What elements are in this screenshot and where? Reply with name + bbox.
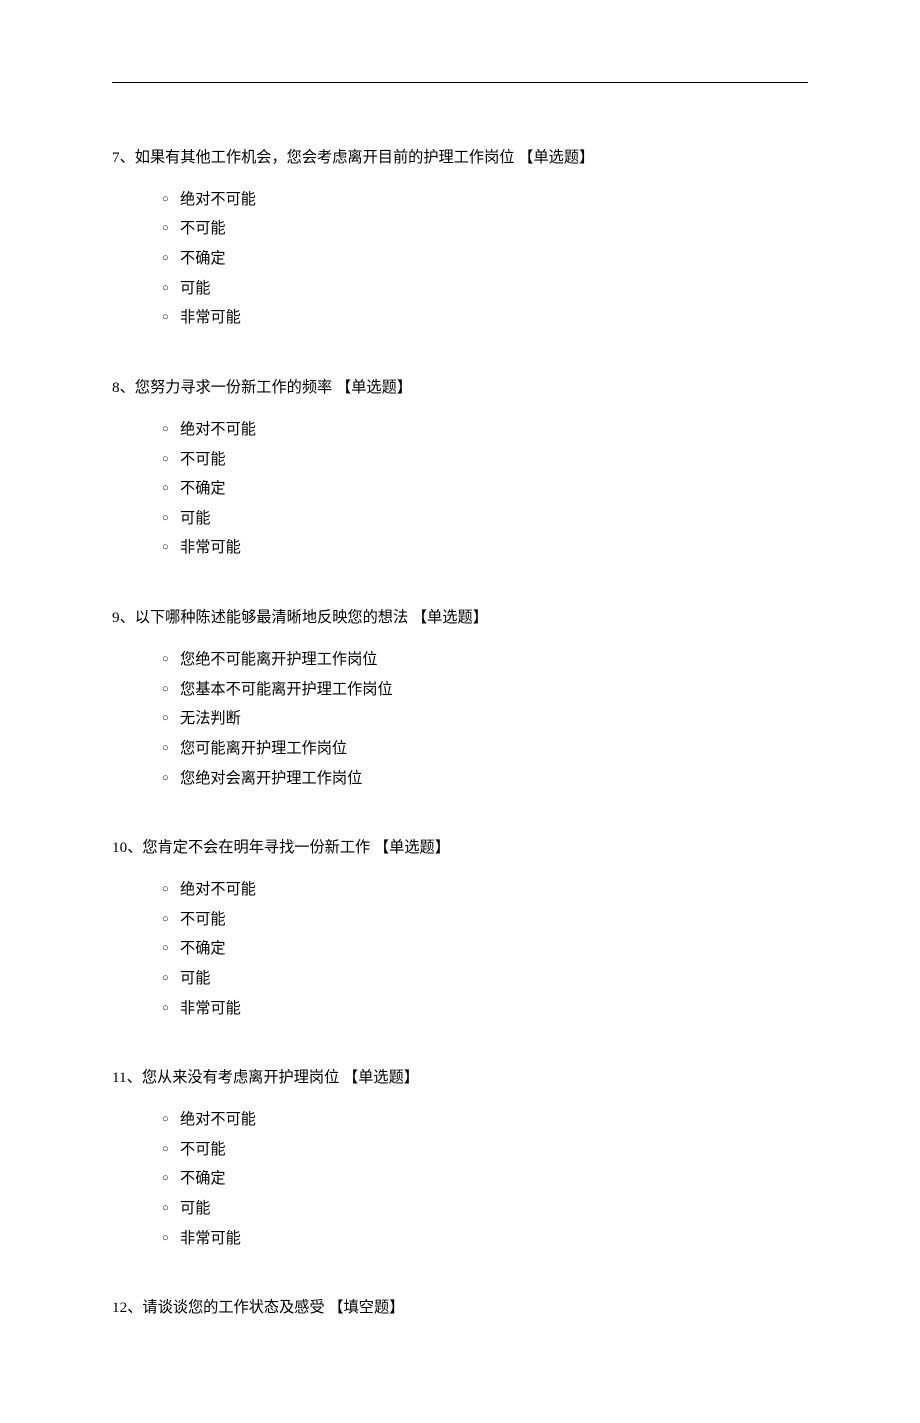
option-item[interactable]: 可能 bbox=[162, 964, 808, 994]
question-11: 11、您从来没有考虑离开护理岗位 【单选题】绝对不可能不可能不确定可能非常可能 bbox=[112, 1065, 808, 1253]
question-title: 11、您从来没有考虑离开护理岗位 【单选题】 bbox=[112, 1065, 808, 1091]
options-list: 绝对不可能不可能不确定可能非常可能 bbox=[112, 1105, 808, 1253]
question-text: 您肯定不会在明年寻找一份新工作 bbox=[142, 839, 370, 856]
option-item[interactable]: 非常可能 bbox=[162, 533, 808, 563]
question-type: 【单选题】 bbox=[412, 609, 488, 626]
question-text: 您从来没有考虑离开护理岗位 bbox=[142, 1069, 339, 1086]
question-text: 您努力寻求一份新工作的频率 bbox=[135, 379, 332, 396]
question-separator: 、 bbox=[120, 379, 135, 396]
questions-list: 7、如果有其他工作机会，您会考虑离开目前的护理工作岗位 【单选题】绝对不可能不可… bbox=[112, 145, 808, 1321]
options-list: 绝对不可能不可能不确定可能非常可能 bbox=[112, 185, 808, 333]
option-item[interactable]: 您绝对会离开护理工作岗位 bbox=[162, 764, 808, 794]
option-item[interactable]: 非常可能 bbox=[162, 994, 808, 1024]
question-type: 【单选题】 bbox=[336, 379, 412, 396]
option-item[interactable]: 可能 bbox=[162, 274, 808, 304]
header-divider bbox=[112, 82, 808, 83]
option-item[interactable]: 不可能 bbox=[162, 214, 808, 244]
option-item[interactable]: 绝对不可能 bbox=[162, 185, 808, 215]
option-item[interactable]: 您绝不可能离开护理工作岗位 bbox=[162, 645, 808, 675]
question-text: 如果有其他工作机会，您会考虑离开目前的护理工作岗位 bbox=[135, 149, 515, 166]
option-item[interactable]: 不确定 bbox=[162, 1164, 808, 1194]
question-separator: 、 bbox=[120, 609, 135, 626]
option-item[interactable]: 您可能离开护理工作岗位 bbox=[162, 734, 808, 764]
option-item[interactable]: 不可能 bbox=[162, 1135, 808, 1165]
options-list: 绝对不可能不可能不确定可能非常可能 bbox=[112, 875, 808, 1023]
option-item[interactable]: 非常可能 bbox=[162, 1224, 808, 1254]
question-10: 10、您肯定不会在明年寻找一份新工作 【单选题】绝对不可能不可能不确定可能非常可… bbox=[112, 835, 808, 1023]
question-number: 7 bbox=[112, 149, 120, 166]
option-item[interactable]: 非常可能 bbox=[162, 303, 808, 333]
question-9: 9、以下哪种陈述能够最清晰地反映您的想法 【单选题】您绝不可能离开护理工作岗位您… bbox=[112, 605, 808, 793]
question-number: 8 bbox=[112, 379, 120, 396]
question-title: 7、如果有其他工作机会，您会考虑离开目前的护理工作岗位 【单选题】 bbox=[112, 145, 808, 171]
option-item[interactable]: 绝对不可能 bbox=[162, 1105, 808, 1135]
question-title: 8、您努力寻求一份新工作的频率 【单选题】 bbox=[112, 375, 808, 401]
question-title: 10、您肯定不会在明年寻找一份新工作 【单选题】 bbox=[112, 835, 808, 861]
question-type: 【单选题】 bbox=[374, 839, 450, 856]
option-item[interactable]: 不确定 bbox=[162, 244, 808, 274]
question-separator: 、 bbox=[127, 1069, 142, 1086]
question-number: 10 bbox=[112, 839, 127, 856]
question-12: 12、请谈谈您的工作状态及感受 【填空题】 bbox=[112, 1295, 808, 1321]
question-number: 9 bbox=[112, 609, 120, 626]
question-title: 9、以下哪种陈述能够最清晰地反映您的想法 【单选题】 bbox=[112, 605, 808, 631]
options-list: 绝对不可能不可能不确定可能非常可能 bbox=[112, 415, 808, 563]
option-item[interactable]: 不可能 bbox=[162, 445, 808, 475]
option-item[interactable]: 无法判断 bbox=[162, 704, 808, 734]
option-item[interactable]: 可能 bbox=[162, 1194, 808, 1224]
question-8: 8、您努力寻求一份新工作的频率 【单选题】绝对不可能不可能不确定可能非常可能 bbox=[112, 375, 808, 563]
question-separator: 、 bbox=[127, 839, 142, 856]
option-item[interactable]: 不确定 bbox=[162, 474, 808, 504]
options-list: 您绝不可能离开护理工作岗位您基本不可能离开护理工作岗位无法判断您可能离开护理工作… bbox=[112, 645, 808, 793]
question-type: 【单选题】 bbox=[343, 1069, 419, 1086]
option-item[interactable]: 您基本不可能离开护理工作岗位 bbox=[162, 675, 808, 705]
question-separator: 、 bbox=[120, 149, 135, 166]
question-type: 【单选题】 bbox=[518, 149, 594, 166]
question-7: 7、如果有其他工作机会，您会考虑离开目前的护理工作岗位 【单选题】绝对不可能不可… bbox=[112, 145, 808, 333]
question-number: 11 bbox=[112, 1069, 127, 1086]
option-item[interactable]: 可能 bbox=[162, 504, 808, 534]
question-text: 以下哪种陈述能够最清晰地反映您的想法 bbox=[135, 609, 408, 626]
option-item[interactable]: 不可能 bbox=[162, 905, 808, 935]
question-title: 12、请谈谈您的工作状态及感受 【填空题】 bbox=[112, 1295, 808, 1321]
option-item[interactable]: 不确定 bbox=[162, 934, 808, 964]
option-item[interactable]: 绝对不可能 bbox=[162, 875, 808, 905]
option-item[interactable]: 绝对不可能 bbox=[162, 415, 808, 445]
